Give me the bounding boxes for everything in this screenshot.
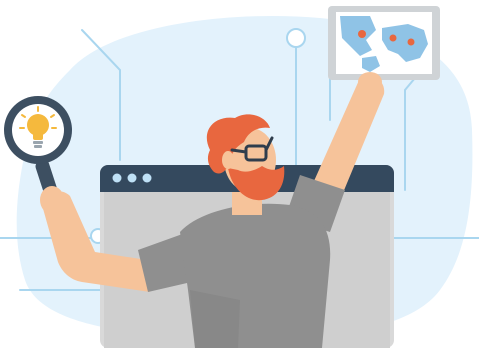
left-hand	[40, 186, 64, 214]
circuit-node	[286, 28, 306, 48]
torso-shadow	[190, 290, 240, 348]
map-pin	[407, 38, 415, 46]
world-map-icon	[328, 6, 440, 80]
illustration-scene	[0, 6, 479, 348]
browser-dot	[142, 173, 152, 183]
map-pin	[389, 34, 397, 42]
browser-dot	[112, 173, 122, 183]
browser-dot	[127, 173, 137, 183]
ear	[222, 151, 234, 169]
right-hand	[358, 72, 382, 92]
map-pin	[358, 30, 366, 38]
